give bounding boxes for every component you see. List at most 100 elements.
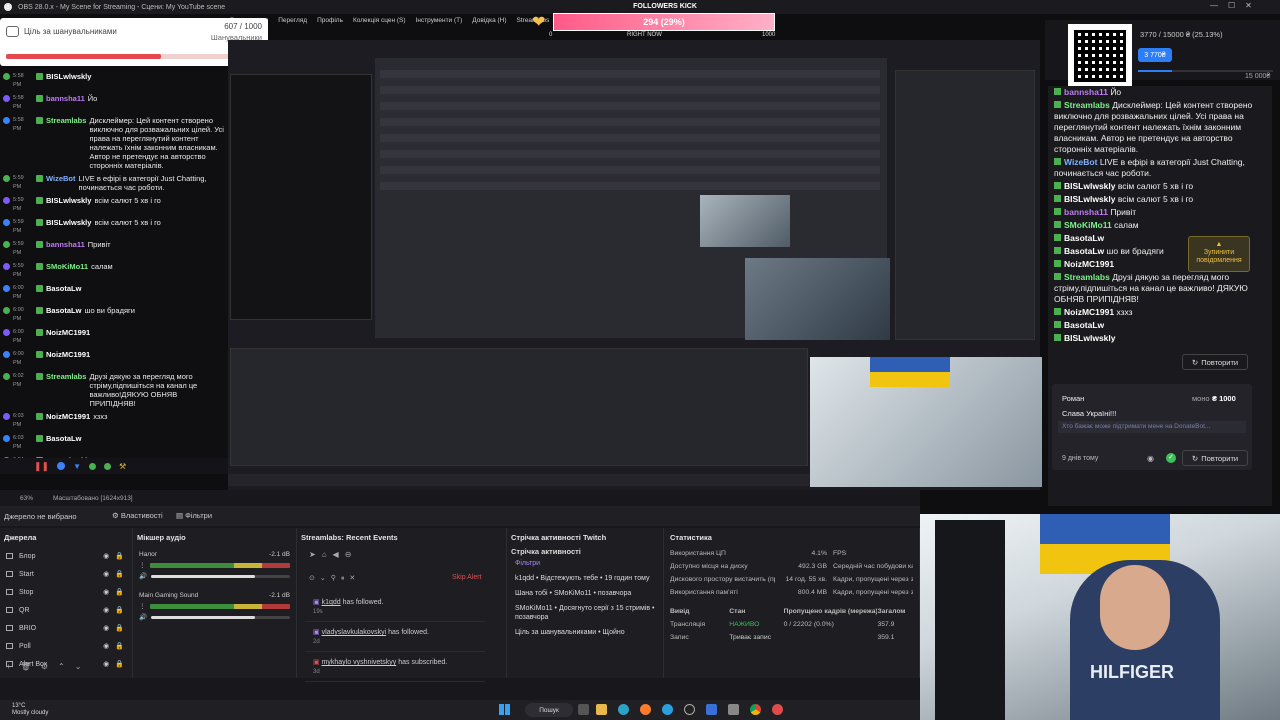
chat-username[interactable]: NoizMC1991 bbox=[1064, 259, 1114, 269]
chat-username[interactable]: BasotaLw bbox=[46, 434, 81, 443]
alert-stop-button[interactable]: ▲ Зупинити повідомлення bbox=[1188, 236, 1250, 272]
firefox-icon[interactable] bbox=[640, 704, 651, 715]
chat-username[interactable]: SMoKiMo11 bbox=[1064, 220, 1112, 230]
weather-widget[interactable]: 13°C Mostly cloudy bbox=[12, 703, 48, 717]
streamlabs-icon[interactable] bbox=[772, 704, 783, 715]
chat-text: Йо bbox=[87, 94, 98, 103]
up-icon[interactable]: ⌃ bbox=[58, 662, 65, 676]
chat-username[interactable]: BasotaLw bbox=[1064, 246, 1104, 256]
pause-icon[interactable]: ❚❚ bbox=[34, 461, 49, 472]
chat-username[interactable]: BasotaLw bbox=[46, 306, 81, 315]
chat-username[interactable]: BISLwlwskly bbox=[46, 218, 91, 227]
menu-item[interactable]: Колекція сцен (S) bbox=[353, 17, 406, 24]
chat-username[interactable]: BISLwlwskly bbox=[1064, 333, 1116, 343]
event-user[interactable]: vladyslavkulakovskyi bbox=[322, 629, 387, 636]
event-user[interactable]: k1qdd bbox=[322, 599, 341, 606]
skip-alert-button[interactable]: Skip Alert bbox=[452, 574, 482, 581]
speaker-icon[interactable]: 🔊 bbox=[139, 613, 147, 621]
eye-icon[interactable]: ◉ bbox=[1147, 454, 1154, 463]
windows-start-icon[interactable] bbox=[499, 704, 510, 715]
settings-icon[interactable] bbox=[57, 462, 66, 470]
chat-username[interactable]: BISLwlwskly bbox=[1064, 194, 1116, 204]
lock-icon[interactable]: 🔒 bbox=[115, 642, 124, 650]
chat-username[interactable]: WizeBot bbox=[46, 174, 76, 183]
lock-icon[interactable]: 🔒 bbox=[115, 570, 124, 578]
chat-username[interactable]: NoizMC1991 bbox=[1064, 307, 1114, 317]
visibility-eye-icon[interactable]: ◉ bbox=[103, 552, 109, 560]
activity-filter-button[interactable]: Фільтри bbox=[507, 556, 663, 571]
chat-username[interactable]: BasotaLw bbox=[1064, 320, 1104, 330]
visibility-eye-icon[interactable]: ◉ bbox=[103, 570, 109, 578]
menu-item[interactable]: Профіль bbox=[317, 17, 343, 24]
visibility-eye-icon[interactable]: ◉ bbox=[103, 624, 109, 632]
taskview-icon[interactable] bbox=[578, 704, 589, 715]
trash-icon[interactable]: 🗑 bbox=[21, 662, 31, 676]
properties-button[interactable]: ⚙ Властивості bbox=[112, 511, 163, 520]
volume-slider[interactable] bbox=[151, 615, 290, 619]
visibility-eye-icon[interactable]: ◉ bbox=[103, 588, 109, 596]
taskbar-search[interactable]: Пошук bbox=[525, 703, 573, 717]
chat-username[interactable]: BISLwlwskly bbox=[46, 196, 91, 205]
chat-username[interactable]: bannsha11 bbox=[46, 94, 85, 103]
chat-username[interactable]: NoizMC1991 bbox=[46, 412, 90, 421]
badge-icon bbox=[1054, 221, 1061, 228]
emote-icon-2[interactable] bbox=[104, 462, 112, 470]
chat-username[interactable]: Streamlabs bbox=[1064, 272, 1110, 282]
chat-username[interactable]: Streamlabs bbox=[46, 372, 86, 381]
window-controls[interactable]: —☐✕ bbox=[1210, 1, 1262, 10]
edge-icon[interactable] bbox=[618, 704, 629, 715]
hammer-icon[interactable]: ⚒ bbox=[119, 462, 126, 471]
app-icon-blue[interactable] bbox=[706, 704, 717, 715]
source-item[interactable]: BRIO ◉ 🔒 bbox=[0, 619, 132, 637]
volume-slider[interactable] bbox=[151, 574, 290, 578]
source-item[interactable]: Poll ◉ 🔒 bbox=[0, 637, 132, 655]
filter-icon[interactable]: ▼ bbox=[73, 462, 81, 471]
visibility-eye-icon[interactable]: ◉ bbox=[103, 642, 109, 650]
emote-icon[interactable] bbox=[89, 462, 97, 470]
explorer-icon[interactable] bbox=[596, 704, 607, 715]
chat-username[interactable]: WizeBot bbox=[1064, 157, 1097, 167]
app-icon-gray[interactable] bbox=[728, 704, 739, 715]
chat-username[interactable]: Streamlabs bbox=[1064, 100, 1110, 110]
lock-icon[interactable]: 🔒 bbox=[115, 606, 124, 614]
chat-username[interactable]: BISLwlwskly bbox=[46, 72, 91, 81]
source-item[interactable]: Stop ◉ 🔒 bbox=[0, 583, 132, 601]
source-item[interactable]: Блор ◉ 🔒 bbox=[0, 547, 132, 565]
chat-username[interactable]: NoizMC1991 bbox=[46, 328, 90, 337]
chrome-icon[interactable] bbox=[750, 704, 761, 715]
menu-item[interactable]: Перегляд bbox=[278, 17, 307, 24]
chat-username[interactable]: BasotaLw bbox=[46, 284, 81, 293]
source-item[interactable]: Start ◉ 🔒 bbox=[0, 565, 132, 583]
chat-username[interactable]: bannsha11 bbox=[1064, 87, 1108, 97]
add-icon[interactable]: + bbox=[6, 662, 11, 676]
telegram-icon[interactable] bbox=[662, 704, 673, 715]
chat-username[interactable]: bannsha11 bbox=[1064, 207, 1108, 217]
settings-icon[interactable]: ⋮ bbox=[139, 602, 146, 610]
canvas-size[interactable]: Масштабовано [1624x913] bbox=[53, 495, 133, 502]
upper-repeat-button[interactable]: ↻ Повторити bbox=[1182, 354, 1248, 370]
settings-icon[interactable]: ⋮ bbox=[139, 561, 146, 569]
check-icon[interactable]: ✓ bbox=[1166, 453, 1176, 463]
chat-username[interactable]: SMoKiMo11 bbox=[46, 262, 88, 271]
chat-username[interactable]: BasotaLw bbox=[1064, 233, 1104, 243]
visibility-eye-icon[interactable]: ◉ bbox=[103, 606, 109, 614]
speaker-icon[interactable]: 🔊 bbox=[139, 572, 147, 580]
chat-username[interactable]: BISLwlwskly bbox=[1064, 181, 1116, 191]
lock-icon[interactable]: 🔒 bbox=[115, 588, 124, 596]
repeat-button[interactable]: ↻ Повторити bbox=[1182, 450, 1248, 466]
filters-button[interactable]: ▤ Фільтри bbox=[176, 511, 212, 520]
down-icon[interactable]: ⌄ bbox=[75, 662, 82, 676]
chat-username[interactable]: bannsha11 bbox=[46, 240, 85, 249]
lock-icon[interactable]: 🔒 bbox=[115, 552, 124, 560]
chat-username[interactable]: Streamlabs bbox=[46, 116, 86, 125]
lock-icon[interactable]: 🔒 bbox=[115, 624, 124, 632]
nested-chat bbox=[230, 74, 372, 320]
source-item[interactable]: QR ◉ 🔒 bbox=[0, 601, 132, 619]
menu-item[interactable]: Довідка (H) bbox=[472, 17, 506, 24]
obs-icon[interactable] bbox=[684, 704, 695, 715]
chat-username[interactable]: NoizMC1991 bbox=[46, 350, 90, 359]
settings-icon[interactable]: ⚙ bbox=[41, 662, 48, 676]
menu-item[interactable]: Інструменти (T) bbox=[416, 17, 463, 24]
event-user[interactable]: mykhaylo vyshnivetskyy bbox=[322, 659, 397, 666]
zoom-level[interactable]: 63% bbox=[20, 495, 33, 502]
